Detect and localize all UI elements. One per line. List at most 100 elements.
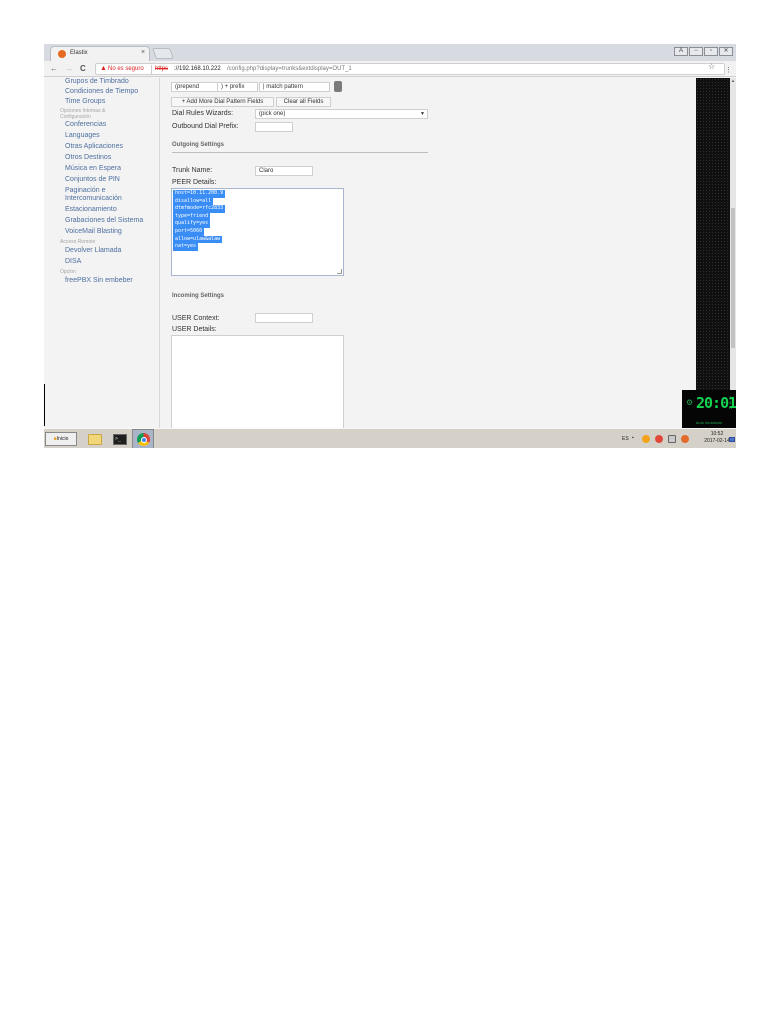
sidebar-item-paginacion-2[interactable]: Intercomunicación [65,195,122,203]
new-tab-button[interactable] [151,48,175,59]
dial-rules-label: Dial Rules Wizards: [172,110,234,117]
language-indicator[interactable]: ES [622,436,629,442]
tray-separator: ▪ [632,435,634,441]
sidebar-item-devolver-llamada[interactable]: Devolver Llamada [65,247,121,255]
sidebar-item-grupos-timbrado[interactable]: Grupos de Timbrado [65,78,129,86]
back-arrow-icon[interactable]: ← [50,64,58,73]
user-icon[interactable]: A [674,47,688,56]
page-content: Grupos de Timbrado Condiciones de Tiempo… [44,78,736,428]
scroll-up-icon[interactable]: ▲ [730,78,736,83]
user-context-input[interactable] [255,313,313,323]
add-dial-pattern-fields-button[interactable]: + Add More Dial Pattern Fields [171,97,274,107]
dial-rules-value: (pick one) [259,111,286,117]
peer-line: port=5060 [173,227,205,236]
security-tray-icon[interactable] [655,435,663,443]
tray-time: 10:52 [710,431,724,437]
sidebar-item-freepbx[interactable]: freePBX Sin embeber [65,277,133,285]
taskbar: ■Inicio >_ ES ▪ 10:52 2017-02-14 [44,428,736,448]
browser-tab[interactable]: Elastix × [50,46,150,61]
screenshot: Elastix × A − ▫ ✕ ← → C ▲ No es seguro h… [44,44,736,448]
url-host: ://192.168.10.222 [174,66,221,72]
outbound-prefix-label: Outbound Dial Prefix: [172,123,239,130]
url-scheme: https [155,66,169,72]
window-edge [44,384,45,426]
match-pattern-input[interactable]: | match pattern [259,82,330,92]
minimize-button[interactable]: − [689,47,703,56]
trunk-name-input[interactable]: Claro [255,166,313,176]
peer-line: type=friend [173,212,211,221]
prepend-input[interactable]: (prepend [171,82,218,92]
sidebar-item-voicemail-blasting[interactable]: VoiceMail Blasting [65,228,122,236]
forward-arrow-icon[interactable]: → [65,64,73,73]
sidebar-item-conferencias[interactable]: Conferencias [65,121,106,129]
divider [151,65,152,74]
maximize-button[interactable]: ▫ [704,47,718,56]
url-path: /config.php?display=trunks&extdisplay=OU… [227,66,352,72]
clock-format: 2 4 H [729,395,732,410]
trash-icon[interactable] [334,81,342,92]
browser-menu-icon[interactable]: ⋮ [725,66,732,74]
reload-icon[interactable]: C [80,64,86,73]
chrome-icon [137,433,150,446]
taskbar-terminal[interactable]: >_ [110,431,130,447]
user-context-label: USER Context: [172,315,220,322]
tab-close-icon[interactable]: × [141,49,145,56]
trunk-form: (prepend ) + prefix | match pattern + Ad… [160,78,698,428]
outgoing-settings-heading: Outgoing Settings [172,142,224,148]
tray-clock[interactable]: 10:52 2017-02-14 [704,431,730,445]
address-bar[interactable]: ▲ No es seguro https ://192.168.10.222 /… [95,63,725,75]
dropdown-arrow-icon: ▼ [420,111,425,117]
sidebar-item-time-groups[interactable]: Time Groups [65,98,105,106]
gear-icon[interactable]: ⚙ [686,398,693,407]
browser-tab-strip: Elastix × A − ▫ ✕ [44,44,736,61]
sidebar-heading-option: Opción [60,269,76,275]
sidebar-heading-internal-2: Configuración [60,114,91,120]
sidebar-item-condiciones-tiempo[interactable]: Condiciones de Tiempo [65,88,138,96]
start-button[interactable]: ■Inicio [45,432,77,446]
trunk-name-label: Trunk Name: [172,167,213,174]
vertical-scrollbar[interactable]: ▲ [730,78,736,428]
user-details-label: USER Details: [172,326,217,333]
outbound-prefix-input[interactable] [255,122,293,132]
scrollbar-thumb[interactable] [731,208,735,348]
terminal-icon: >_ [113,434,127,445]
sidebar-item-conjuntos-pin[interactable]: Conjuntos de PIN [65,176,120,184]
volume-tray-icon[interactable] [681,435,689,443]
peer-details-label: PEER Details: [172,179,217,186]
peer-line: host=10.11.200.9 [173,190,226,198]
desktop-widget-panel [696,78,734,428]
show-desktop-icon[interactable] [729,437,735,442]
prefix-input[interactable]: ) + prefix [217,82,258,92]
network-tray-icon[interactable] [668,435,676,443]
bookmark-star-icon[interactable]: ☆ [708,62,715,71]
peer-line: dtmfmode=rfc2833 [173,205,226,213]
clock-format-letter: H [729,405,732,410]
resize-grip-icon[interactable] [337,269,342,274]
sidebar-item-estacionamiento[interactable]: Estacionamiento [65,206,117,214]
peer-line: nat=yes [173,243,199,251]
sidebar-item-disa[interactable]: DISA [65,258,81,266]
tray-date: 2017-02-14 [704,438,730,444]
sidebar-item-languages[interactable]: Languages [65,132,100,140]
clock-caption: Auto shutdown [695,420,723,425]
peer-line: qualify=yes [173,220,211,228]
close-window-button[interactable]: ✕ [719,47,733,56]
elastix-favicon-icon [58,50,66,58]
taskbar-chrome[interactable] [132,429,154,448]
section-divider [172,152,428,153]
not-secure-label[interactable]: No es seguro [108,66,144,72]
sidebar-item-otros-destinos[interactable]: Otros Destinos [65,154,111,162]
sidebar-item-paginacion[interactable]: Paginación e [65,187,105,195]
peer-details-textarea[interactable]: host=10.11.200.9 disallow=all dtmfmode=r… [171,188,344,276]
update-tray-icon[interactable] [642,435,650,443]
sidebar-item-musica-espera[interactable]: Música en Espera [65,165,121,173]
clear-fields-button[interactable]: Clear all Fields [276,97,331,107]
peer-line: disallow=all [173,197,214,206]
incoming-settings-heading: Incoming Settings [172,293,225,299]
sidebar-item-grabaciones[interactable]: Grabaciones del Sistema [65,217,143,225]
user-details-textarea[interactable] [171,335,344,428]
dial-rules-select[interactable]: (pick one) ▼ [255,109,428,119]
taskbar-explorer[interactable] [85,431,105,447]
sidebar-item-otras-aplicaciones[interactable]: Otras Aplicaciones [65,143,123,151]
sidebar-heading-remote: Acceso Remoto [60,239,96,245]
